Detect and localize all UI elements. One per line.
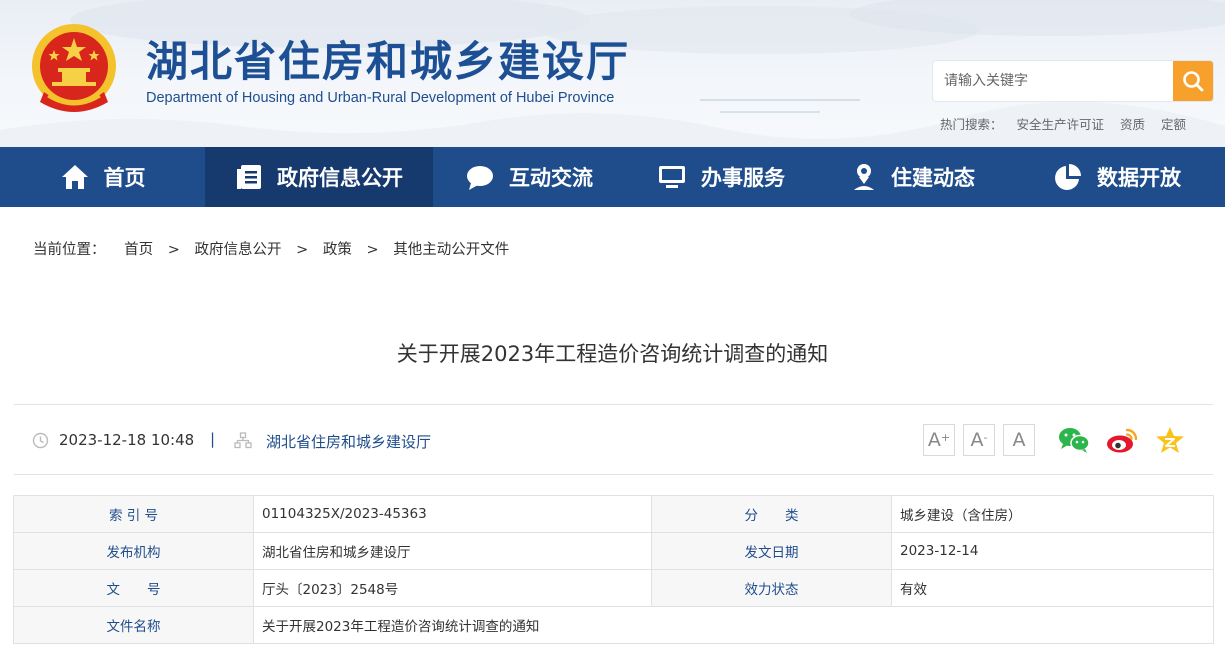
issue-date-label: 发文日期 — [651, 532, 892, 570]
clock-icon — [32, 432, 49, 449]
national-emblem-icon — [32, 24, 116, 112]
status-label: 效力状态 — [651, 569, 892, 607]
breadcrumb-item-gov-info[interactable]: 政府信息公开 — [194, 242, 281, 258]
nav-item-services[interactable]: 办事服务 — [625, 147, 817, 207]
breadcrumb-item-policy[interactable]: 政策 — [323, 242, 352, 258]
breadcrumb-item-other-docs[interactable]: 其他主动公开文件 — [393, 242, 509, 258]
article-meta: 2023-12-18 10:48 | 湖北省住房和城乡建设厅 A + A- A — [14, 404, 1213, 475]
breadcrumb-label: 当前位置： — [33, 242, 106, 258]
document-info-table: 索 引 号 01104325X/2023-45363 分 类 城乡建设（含住房）… — [13, 495, 1214, 644]
search-input[interactable] — [933, 61, 1173, 101]
font-larger-button[interactable]: A + — [923, 424, 955, 456]
font-smaller-sup: - — [983, 430, 988, 444]
document-list-icon — [237, 165, 261, 189]
breadcrumb-item-home[interactable]: 首页 — [124, 242, 153, 258]
location-person-icon — [854, 164, 874, 190]
hot-search-label: 热门搜索： — [940, 117, 1003, 132]
index-no-value: 01104325X/2023-45363 — [253, 495, 652, 533]
issuer-label: 发布机构 — [13, 532, 254, 570]
chat-bubble-icon — [467, 166, 493, 190]
font-smaller-button[interactable]: A- — [963, 424, 995, 456]
hot-search-link[interactable]: 资质 — [1120, 117, 1145, 132]
pie-chart-icon — [1055, 164, 1081, 190]
nav-item-label: 数据开放 — [1097, 166, 1181, 190]
hot-search-link[interactable]: 安全生产许可证 — [1017, 117, 1105, 132]
share-weibo-button[interactable] — [1105, 425, 1139, 455]
category-label: 分 类 — [651, 495, 892, 533]
publish-datetime: 2023-12-18 10:48 — [59, 431, 195, 449]
font-smaller-label: A — [970, 429, 984, 451]
breadcrumb-separator: > — [167, 242, 180, 258]
nav-item-label: 互动交流 — [509, 166, 593, 190]
issuer-value: 湖北省住房和城乡建设厅 — [253, 532, 652, 570]
nav-item-home[interactable]: 首页 — [0, 147, 205, 207]
nav-item-gov-info[interactable]: 政府信息公开 — [205, 147, 433, 207]
breadcrumb-separator: > — [296, 242, 309, 258]
table-row: 索 引 号 01104325X/2023-45363 分 类 城乡建设（含住房） — [13, 495, 1214, 533]
nav-item-open-data[interactable]: 数据开放 — [1009, 147, 1225, 207]
hot-search-link[interactable]: 定额 — [1161, 117, 1186, 132]
nav-item-news[interactable]: 住建动态 — [817, 147, 1009, 207]
weibo-icon — [1107, 428, 1138, 453]
nav-item-label: 首页 — [103, 166, 146, 190]
doc-no-label: 文 号 — [13, 569, 254, 607]
meta-divider: | — [210, 430, 216, 448]
home-icon — [61, 165, 88, 189]
monitor-icon — [659, 166, 685, 188]
nav-item-label: 政府信息公开 — [277, 166, 403, 190]
publisher-name: 湖北省住房和城乡建设厅 — [266, 433, 432, 451]
index-no-label: 索 引 号 — [13, 495, 254, 533]
category-value: 城乡建设（含住房） — [891, 495, 1214, 533]
nav-item-interaction[interactable]: 互动交流 — [433, 147, 625, 207]
share-qzone-button[interactable] — [1153, 425, 1187, 455]
qzone-star-icon — [1156, 427, 1184, 453]
status-value: 有效 — [891, 569, 1214, 607]
issue-date-value: 2023-12-14 — [891, 532, 1214, 570]
table-row: 文件名称 关于开展2023年工程造价咨询统计调查的通知 — [13, 606, 1214, 644]
organization-icon — [234, 432, 252, 449]
font-reset-label: A — [1012, 429, 1026, 451]
doc-name-label: 文件名称 — [13, 606, 254, 644]
font-larger-sup: + — [940, 430, 951, 444]
main-nav: 首页 政府信息公开 互动交流 办事服务 住建动态 数据开放 — [0, 147, 1225, 207]
doc-no-value: 厅头〔2023〕2548号 — [253, 569, 652, 607]
site-subtitle: Department of Housing and Urban-Rural De… — [146, 90, 615, 106]
table-row: 发布机构 湖北省住房和城乡建设厅 发文日期 2023-12-14 — [13, 532, 1214, 570]
site-title: 湖北省住房和城乡建设厅 — [146, 37, 631, 86]
nav-item-label: 住建动态 — [891, 166, 975, 190]
font-larger-label: A — [927, 429, 941, 451]
search-box — [933, 61, 1213, 101]
article-title: 关于开展2023年工程造价咨询统计调查的通知 — [396, 342, 829, 366]
wechat-icon — [1059, 428, 1090, 453]
font-reset-button[interactable]: A — [1003, 424, 1035, 456]
breadcrumb: 当前位置： 首页 > 政府信息公开 > 政策 > 其他主动公开文件 — [33, 238, 509, 259]
share-wechat-button[interactable] — [1057, 425, 1091, 455]
site-header: 湖北省住房和城乡建设厅 Department of Housing and Ur… — [0, 0, 1225, 147]
doc-name-value: 关于开展2023年工程造价咨询统计调查的通知 — [253, 606, 1214, 644]
search-icon — [1183, 71, 1204, 92]
search-button[interactable] — [1173, 61, 1213, 101]
hot-search: 热门搜索： 安全生产许可证 资质 定额 — [940, 114, 1198, 133]
breadcrumb-separator: > — [366, 242, 379, 258]
nav-item-label: 办事服务 — [701, 166, 785, 190]
table-row: 文 号 厅头〔2023〕2548号 效力状态 有效 — [13, 569, 1214, 607]
